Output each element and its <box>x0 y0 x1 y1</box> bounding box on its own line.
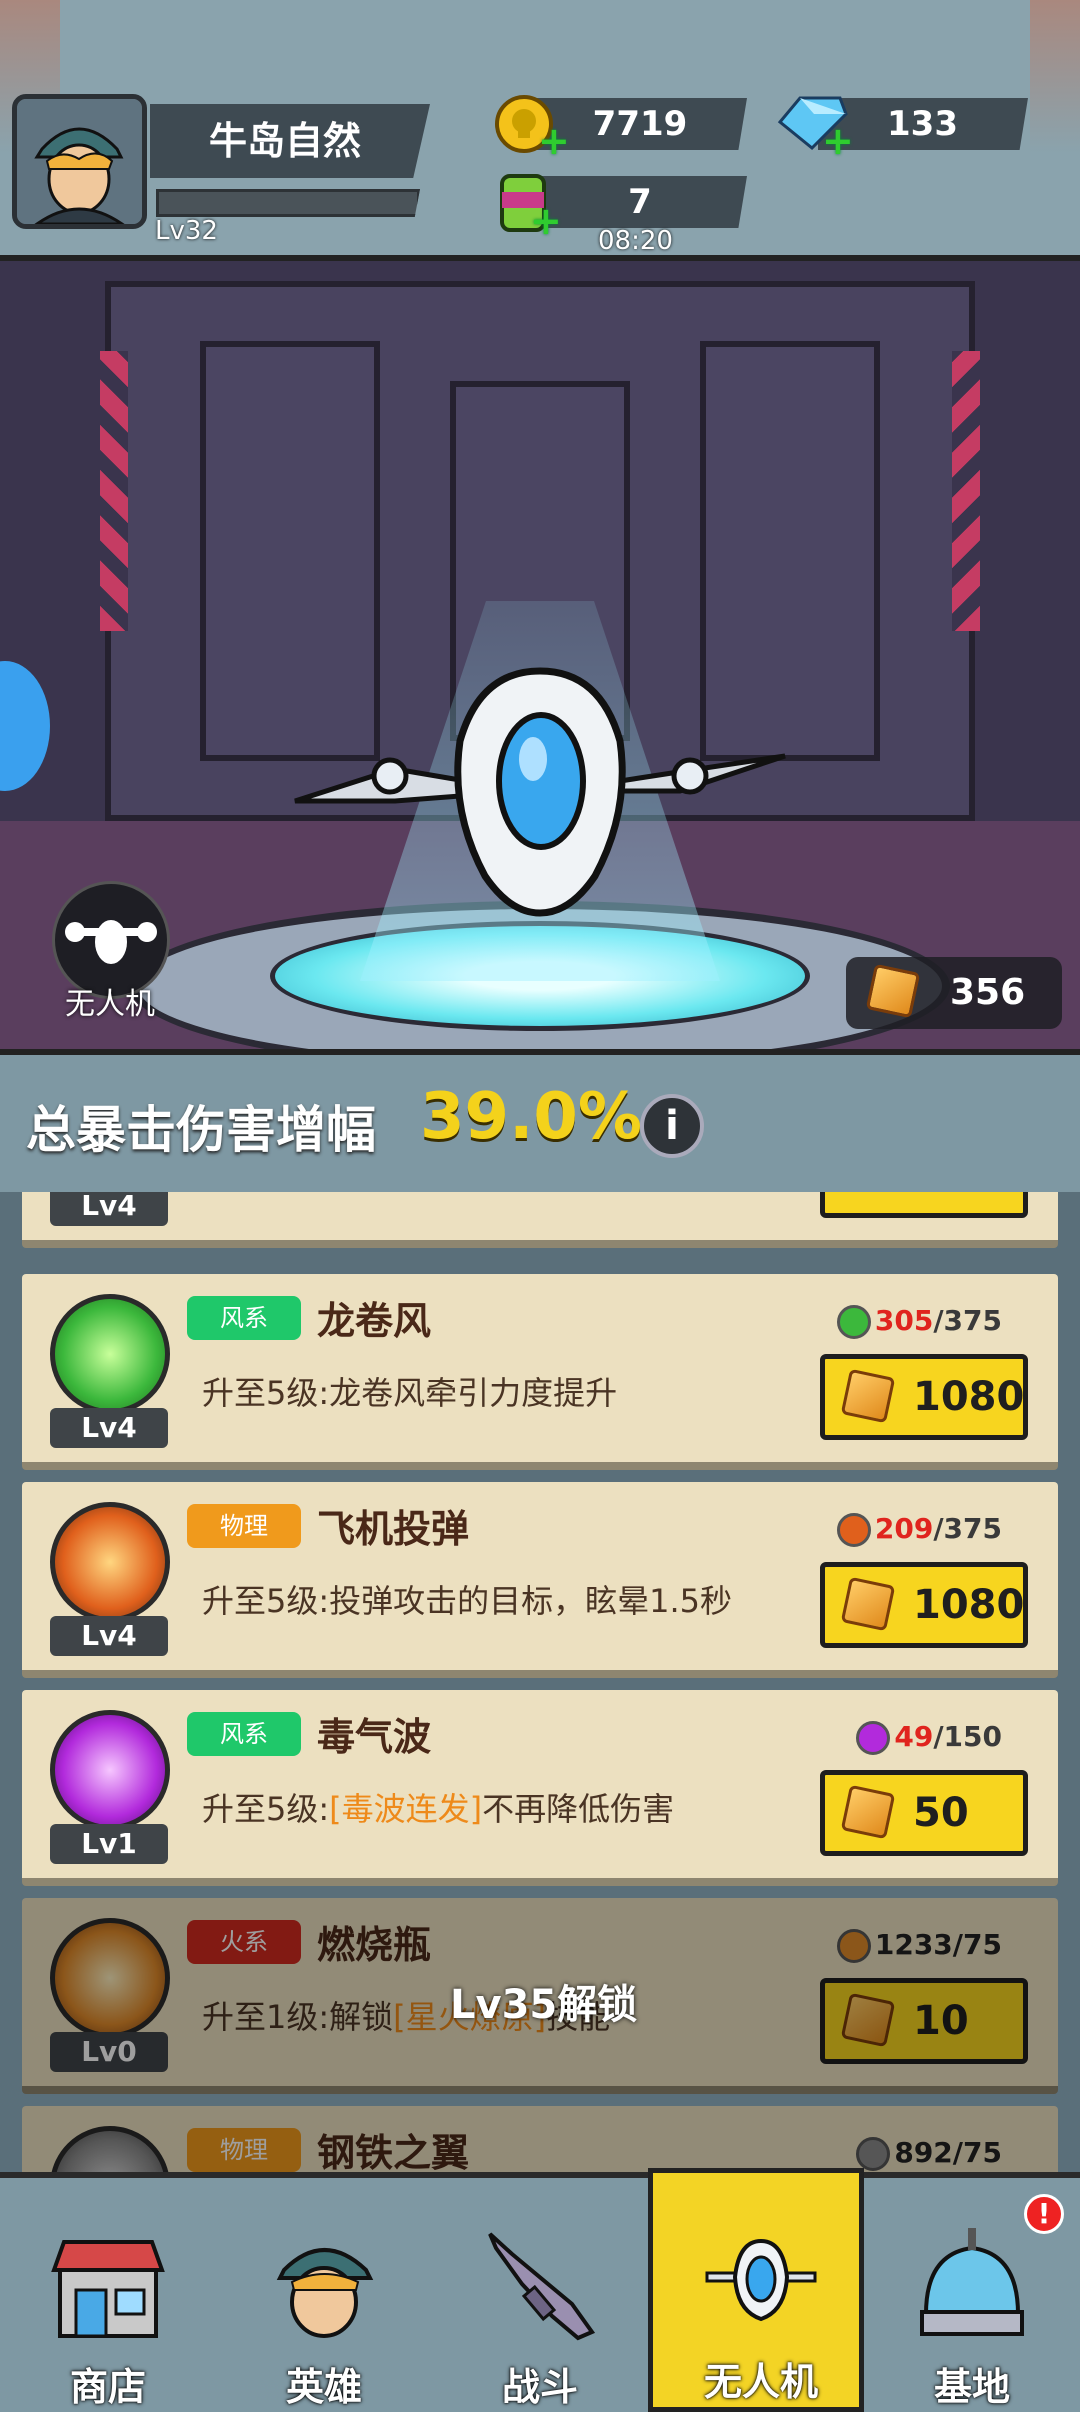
drone-model[interactable] <box>285 651 795 921</box>
side-portal-left[interactable] <box>0 661 50 791</box>
player-name: 牛岛自然 <box>208 119 361 163</box>
fragment-count: 49/150 <box>856 1720 1002 1755</box>
hero-portrait-icon <box>17 99 142 224</box>
add-energy-button[interactable]: + <box>530 202 562 240</box>
skill-desc: 升至5级:[毒波连发]不再降低伤害 <box>202 1790 675 1828</box>
nav-label: 战斗 <box>501 2365 578 2409</box>
diamond-value: 133 <box>887 104 958 144</box>
level-tag: Lv4 <box>50 1616 168 1656</box>
skill-name: 钢铁之翼 <box>317 2131 470 2172</box>
steel-wing-icon <box>50 2126 170 2172</box>
fragment-count: 305/375 <box>836 1304 1002 1339</box>
element-tag: 火系 <box>187 1920 301 1964</box>
tornado-icon <box>50 1294 170 1414</box>
skill-name: 龙卷风 <box>317 1299 432 1343</box>
nav-label: 无人机 <box>703 2360 818 2404</box>
crystal-icon <box>865 963 921 1019</box>
poison-fragment-icon <box>856 1721 891 1755</box>
skill-name: 毒气波 <box>317 1715 432 1759</box>
rifle-icon <box>482 2224 598 2344</box>
add-coins-button[interactable]: + <box>538 122 570 160</box>
list-item-locked: 物理 钢铁之翼 892/75 <box>22 2106 1058 2172</box>
element-tag: 风系 <box>187 1296 301 1340</box>
nav-label: 英雄 <box>285 2365 362 2409</box>
crystal-icon <box>840 1576 896 1632</box>
hero-icon <box>266 2224 382 2344</box>
level-tag: Lv0 <box>50 2032 168 2072</box>
tornado-fragment-icon <box>836 1305 871 1339</box>
list-item: Lv4 物理 飞机投弹 升至5级:投弹攻击的目标，眩晕1.5秒 209/375 … <box>22 1482 1058 1678</box>
level-tag: Lv1 <box>50 1824 168 1864</box>
skill-name: 飞机投弹 <box>317 1507 470 1551</box>
upgrade-button[interactable]: 1080 <box>820 1562 1028 1648</box>
skill-desc: 升至5级:投弹攻击的目标，眩晕1.5秒 <box>202 1582 733 1620</box>
drone-icon <box>703 2219 819 2339</box>
energy-timer: 08:20 <box>598 226 673 256</box>
add-diamonds-button[interactable]: + <box>822 122 854 160</box>
nav-drone[interactable]: 无人机 <box>648 2168 864 2412</box>
fragment-count: 209/375 <box>836 1512 1002 1547</box>
upgrade-button: 10 <box>820 1978 1028 2064</box>
bomb-icon <box>50 1502 170 1622</box>
list-item: Lv4 风系 龙卷风 升至5级:龙卷风牵引力度提升 305/375 1080 <box>22 1274 1058 1470</box>
nav-label: 基地 <box>933 2365 1010 2409</box>
bomb-fragment-icon <box>836 1513 871 1547</box>
shop-icon <box>50 2224 166 2344</box>
poison-wave-icon <box>50 1710 170 1830</box>
nav-shop[interactable]: 商店 <box>0 2178 216 2412</box>
list-item: Lv1 风系 毒气波 升至5级:[毒波连发]不再降低伤害 49/150 50 <box>22 1690 1058 1886</box>
element-tag: 物理 <box>187 2128 301 2172</box>
stat-value: 39.0% <box>420 1080 643 1154</box>
molotov-fragment-icon <box>836 1929 871 1963</box>
nav-label: 商店 <box>69 2365 146 2409</box>
steel-fragment-icon <box>856 2137 891 2171</box>
skill-name: 燃烧瓶 <box>317 1923 432 1967</box>
drone-hangar-view: 无人机 356 <box>0 255 1080 1055</box>
player-level: Lv32 <box>155 216 218 246</box>
alert-badge: ! <box>1024 2194 1064 2234</box>
crystal-icon <box>840 1368 896 1424</box>
fragment-count: 1233/75 <box>836 1928 1002 1963</box>
molotov-icon <box>50 1918 170 2038</box>
crystal-icon <box>840 1784 896 1840</box>
warning-stripe-right <box>952 351 980 631</box>
nav-battle[interactable]: 战斗 <box>432 2178 648 2412</box>
fragment-count: 892/75 <box>856 2136 1002 2171</box>
stat-label: 总暴击伤害增幅 <box>26 1101 376 1159</box>
list-item: Lv4 <box>22 1192 1058 1248</box>
xp-bar <box>156 189 420 217</box>
drone-icon <box>294 667 786 917</box>
skill-desc: 升至5级:龙卷风牵引力度提升 <box>202 1374 618 1412</box>
element-tag: 物理 <box>187 1504 301 1548</box>
crystal-icon <box>840 1992 896 2048</box>
nav-hero[interactable]: 英雄 <box>216 2178 432 2412</box>
upgrade-button[interactable]: 1080 <box>820 1354 1028 1440</box>
level-tag: Lv4 <box>50 1192 168 1226</box>
upgrade-button[interactable] <box>820 1192 1028 1218</box>
base-dome-icon <box>914 2224 1030 2344</box>
player-avatar[interactable] <box>12 94 147 229</box>
info-icon[interactable]: i <box>640 1094 704 1158</box>
crystal-value: 356 <box>950 972 1026 1013</box>
coin-value: 7719 <box>592 104 688 144</box>
drone-mode-label: 无人机 <box>65 987 155 1022</box>
level-tag: Lv4 <box>50 1408 168 1448</box>
warning-stripe-left <box>100 351 128 631</box>
element-tag: 风系 <box>187 1712 301 1756</box>
energy-value: 7 <box>628 182 652 222</box>
upgrade-button[interactable]: 50 <box>820 1770 1028 1856</box>
unlock-requirement: Lv35解锁 <box>450 1982 638 2028</box>
